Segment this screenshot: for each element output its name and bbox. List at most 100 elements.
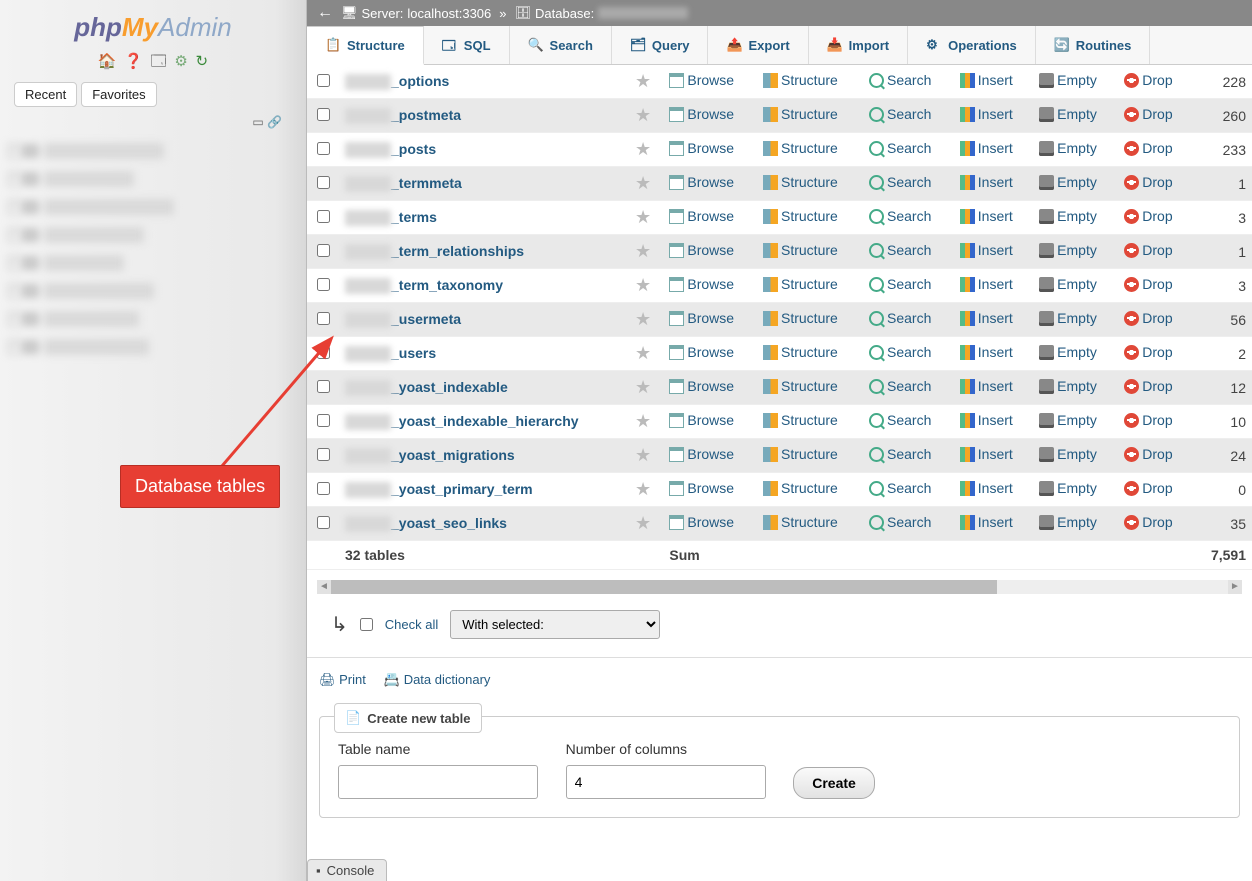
insert-link[interactable]: Insert [960, 72, 1013, 88]
drop-link[interactable]: Drop [1124, 310, 1172, 326]
table-name-link[interactable]: _yoast_indexable [391, 379, 508, 395]
expand-icon[interactable]: + [8, 228, 22, 242]
search-link[interactable]: Search [869, 480, 931, 496]
insert-link[interactable]: Insert [960, 344, 1013, 360]
structure-link[interactable]: Structure [763, 242, 838, 258]
sql-window-icon[interactable]: 🗔 [151, 51, 167, 76]
empty-link[interactable]: Empty [1039, 208, 1097, 224]
structure-link[interactable]: Structure [763, 310, 838, 326]
topnav-operations[interactable]: ⚙Operations [908, 26, 1036, 64]
breadcrumb-server[interactable]: 🖥 Server: localhost:3306 [341, 5, 491, 21]
table-name-link[interactable]: _postmeta [391, 107, 461, 123]
insert-link[interactable]: Insert [960, 412, 1013, 428]
insert-link[interactable]: Insert [960, 208, 1013, 224]
row-checkbox[interactable] [317, 244, 330, 257]
browse-link[interactable]: Browse [669, 446, 734, 462]
search-link[interactable]: Search [869, 72, 931, 88]
database-tree[interactable]: ++++++++ [0, 133, 306, 361]
favorite-star-icon[interactable]: ★ [635, 513, 651, 533]
structure-link[interactable]: Structure [763, 72, 838, 88]
expand-icon[interactable]: + [8, 144, 22, 158]
favorite-star-icon[interactable]: ★ [635, 377, 651, 397]
row-checkbox[interactable] [317, 380, 330, 393]
drop-link[interactable]: Drop [1124, 140, 1172, 156]
table-name-link[interactable]: _terms [391, 209, 437, 225]
expand-icon[interactable]: + [8, 172, 22, 186]
drop-link[interactable]: Drop [1124, 106, 1172, 122]
drop-link[interactable]: Drop [1124, 276, 1172, 292]
search-link[interactable]: Search [869, 242, 931, 258]
structure-link[interactable]: Structure [763, 378, 838, 394]
table-name-link[interactable]: _yoast_primary_term [391, 481, 533, 497]
console-tab[interactable]: ▪ Console [307, 859, 387, 881]
browse-link[interactable]: Browse [669, 174, 734, 190]
empty-link[interactable]: Empty [1039, 276, 1097, 292]
structure-link[interactable]: Structure [763, 208, 838, 224]
empty-link[interactable]: Empty [1039, 378, 1097, 394]
insert-link[interactable]: Insert [960, 480, 1013, 496]
empty-link[interactable]: Empty [1039, 174, 1097, 190]
topnav-import[interactable]: 📥Import [809, 26, 908, 64]
topnav-query[interactable]: 🗂Query [612, 26, 709, 64]
search-link[interactable]: Search [869, 446, 931, 462]
favorite-star-icon[interactable]: ★ [635, 343, 651, 363]
tree-item[interactable]: + [8, 137, 306, 165]
structure-link[interactable]: Structure [763, 412, 838, 428]
table-name-input[interactable] [338, 765, 538, 799]
structure-link[interactable]: Structure [763, 446, 838, 462]
topnav-structure[interactable]: 📋Structure [307, 26, 424, 65]
browse-link[interactable]: Browse [669, 242, 734, 258]
topnav-routines[interactable]: 🔄Routines [1036, 26, 1151, 64]
tree-item[interactable]: + [8, 333, 306, 361]
check-all-link[interactable]: Check all [385, 617, 438, 632]
drop-link[interactable]: Drop [1124, 208, 1172, 224]
row-checkbox[interactable] [317, 108, 330, 121]
search-link[interactable]: Search [869, 106, 931, 122]
help-icon[interactable]: ❓ [124, 52, 143, 70]
tree-item[interactable]: + [8, 277, 306, 305]
num-columns-input[interactable] [566, 765, 766, 799]
row-checkbox[interactable] [317, 346, 330, 359]
drop-link[interactable]: Drop [1124, 344, 1172, 360]
topnav-search[interactable]: 🔍Search [510, 26, 612, 64]
empty-link[interactable]: Empty [1039, 106, 1097, 122]
favorite-star-icon[interactable]: ★ [635, 411, 651, 431]
row-checkbox[interactable] [317, 176, 330, 189]
tree-item[interactable]: + [8, 249, 306, 277]
empty-link[interactable]: Empty [1039, 446, 1097, 462]
favorite-star-icon[interactable]: ★ [635, 139, 651, 159]
favorite-star-icon[interactable]: ★ [635, 105, 651, 125]
tree-item[interactable]: + [8, 305, 306, 333]
drop-link[interactable]: Drop [1124, 242, 1172, 258]
insert-link[interactable]: Insert [960, 242, 1013, 258]
expand-icon[interactable]: + [8, 312, 22, 326]
browse-link[interactable]: Browse [669, 480, 734, 496]
table-name-link[interactable]: _term_taxonomy [391, 277, 503, 293]
structure-link[interactable]: Structure [763, 344, 838, 360]
tree-item[interactable]: + [8, 193, 306, 221]
insert-link[interactable]: Insert [960, 174, 1013, 190]
browse-link[interactable]: Browse [669, 378, 734, 394]
browse-link[interactable]: Browse [669, 344, 734, 360]
tab-recent[interactable]: Recent [14, 82, 77, 107]
structure-link[interactable]: Structure [763, 514, 838, 530]
drop-link[interactable]: Drop [1124, 514, 1172, 530]
collapse-icon[interactable]: ▭ [252, 115, 263, 129]
tab-favorites[interactable]: Favorites [81, 82, 156, 107]
structure-link[interactable]: Structure [763, 276, 838, 292]
empty-link[interactable]: Empty [1039, 514, 1097, 530]
structure-link[interactable]: Structure [763, 480, 838, 496]
drop-link[interactable]: Drop [1124, 480, 1172, 496]
insert-link[interactable]: Insert [960, 310, 1013, 326]
browse-link[interactable]: Browse [669, 514, 734, 530]
with-selected-dropdown[interactable]: With selected: [450, 610, 660, 639]
search-link[interactable]: Search [869, 412, 931, 428]
structure-link[interactable]: Structure [763, 174, 838, 190]
search-link[interactable]: Search [869, 276, 931, 292]
print-link[interactable]: 🖨 Print [319, 672, 366, 688]
reload-icon[interactable]: ↻ [196, 52, 209, 70]
tree-item[interactable]: + [8, 221, 306, 249]
row-checkbox[interactable] [317, 448, 330, 461]
empty-link[interactable]: Empty [1039, 310, 1097, 326]
insert-link[interactable]: Insert [960, 140, 1013, 156]
